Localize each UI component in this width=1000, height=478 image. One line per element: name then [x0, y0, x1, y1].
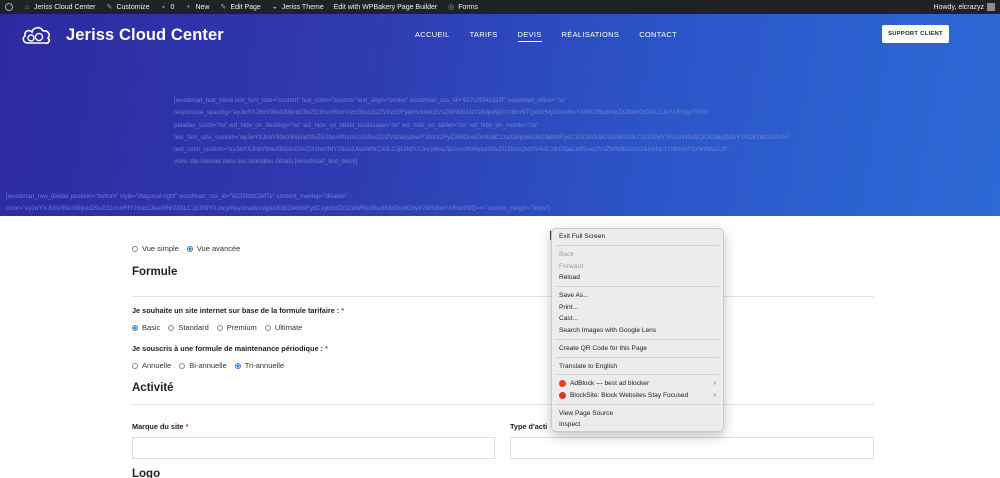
- nav-accueil[interactable]: ACCUEIL: [415, 30, 450, 42]
- menu-separator: [556, 286, 719, 288]
- admin-wpbakery[interactable]: Edit with WPBakery Page Builder: [329, 0, 443, 14]
- menu-item-label: Back: [559, 251, 574, 259]
- admin-site-name[interactable]: ⌂ Jeriss Cloud Center: [18, 0, 100, 14]
- theme-icon: ◒: [272, 3, 277, 11]
- chevron-right-icon: ›: [713, 391, 716, 399]
- admin-theme[interactable]: ◒ Jeriss Theme: [266, 0, 329, 14]
- menu-item-translate-to-english[interactable]: Translate to English: [552, 360, 723, 372]
- menu-item-adblock-best-ad-blocker[interactable]: AdBlock — best ad blocker ›: [552, 378, 723, 390]
- view-advanced-radio[interactable]: Vue avancée: [186, 244, 240, 253]
- adblock-icon: [559, 380, 566, 388]
- forms-icon: ◎: [448, 4, 455, 11]
- main-nav: ACCUEIL TARIFS DEVIS RÉALISATIONS CONTAC…: [415, 30, 697, 42]
- blocksite-icon: [559, 391, 566, 399]
- maintenance-triannuelle-radio[interactable]: Tri-annuelle: [234, 361, 284, 370]
- menu-item-save-as[interactable]: Save As...: [552, 290, 723, 302]
- context-menu: Exit Full Screen Back Forward Reload Save As…: [551, 228, 724, 432]
- menu-item-label: Reload: [559, 274, 580, 282]
- label-marque: Marque du site *: [132, 422, 189, 431]
- view-simple-radio[interactable]: Vue simple: [132, 244, 179, 253]
- menu-item-label: Cast...: [559, 315, 579, 323]
- plus-icon: +: [186, 3, 191, 11]
- section-title-activite: Activité: [132, 382, 174, 394]
- home-icon: ⌂: [24, 3, 30, 11]
- menu-separator: [556, 245, 719, 247]
- divider: [132, 404, 874, 405]
- menu-item-label: View Page Source: [559, 409, 614, 417]
- admin-forms[interactable]: ◎ Forms: [442, 0, 483, 14]
- menu-item-label: Print...: [559, 303, 579, 311]
- comment-icon: ▪: [162, 3, 165, 11]
- section-title-logo: Logo: [132, 468, 161, 478]
- menu-item-create-qr-code-for-this-page[interactable]: Create QR Code for this Page: [552, 343, 723, 355]
- nav-realisations[interactable]: RÉALISATIONS: [562, 30, 620, 42]
- view-toggle: Vue simple Vue avancée: [132, 244, 248, 253]
- menu-item-label: Inspect: [559, 421, 581, 429]
- formule-standard-radio[interactable]: Standard: [168, 323, 209, 332]
- menu-item-label: Search Images with Google Lens: [559, 327, 657, 335]
- label-type-activite: Type d'acti: [510, 422, 548, 431]
- text-block-shortcode: [woodmart_text_block text_font_size="cus…: [174, 97, 791, 166]
- label-formule: Je souhaite un site internet sur base de…: [132, 306, 345, 315]
- formule-basic-radio[interactable]: Basic: [132, 323, 160, 332]
- menu-item-label: Exit Full Screen: [559, 233, 606, 241]
- label-maintenance: Je souscris à une formule de maintenance…: [132, 344, 328, 353]
- wp-admin-bar: ⌂ Jeriss Cloud Center ✎ Customize ▪ 0 + New …: [0, 0, 1000, 14]
- brush-icon: ✎: [106, 4, 113, 11]
- formule-options: Basic Standard Premium Ultimate: [132, 323, 310, 332]
- wordpress-icon: [5, 3, 13, 11]
- menu-item-view-page-source[interactable]: View Page Source: [552, 407, 723, 419]
- row-divider-shortcode: [woodmart_row_divider position="bottom" …: [6, 193, 550, 213]
- site-logo[interactable]: Jeriss Cloud Center: [20, 24, 224, 46]
- nav-devis[interactable]: DEVIS: [517, 30, 542, 42]
- marque-input[interactable]: [132, 437, 495, 459]
- avatar: [987, 3, 995, 11]
- menu-separator: [556, 339, 719, 340]
- formule-premium-radio[interactable]: Premium: [216, 323, 257, 332]
- menu-item-label: Translate to English: [559, 362, 618, 370]
- menu-separator: [556, 403, 719, 405]
- menu-item-forward: Forward: [552, 260, 723, 272]
- menu-separator: [556, 374, 719, 376]
- formule-ultimate-radio[interactable]: Ultimate: [264, 323, 302, 332]
- menu-item-blocksite-block-websites-stay-focused[interactable]: BlockSite: Block Websites Stay Focused ›: [552, 390, 723, 402]
- menu-item-label: Save As...: [559, 292, 589, 300]
- admin-account[interactable]: Howdy, elcrazyz: [929, 0, 1000, 14]
- menu-item-label: AdBlock — best ad blocker: [570, 380, 650, 388]
- menu-item-label: BlockSite: Block Websites Stay Focused: [570, 391, 689, 399]
- menu-item-label: Forward: [559, 262, 584, 270]
- pencil-icon: ✎: [220, 4, 227, 11]
- wordpress-logo[interactable]: [0, 0, 18, 14]
- nav-tarifs[interactable]: TARIFS: [470, 30, 498, 42]
- menu-item-exit-full-screen[interactable]: Exit Full Screen: [552, 231, 723, 243]
- menu-item-reload[interactable]: Reload: [552, 272, 723, 284]
- menu-item-print[interactable]: Print...: [552, 301, 723, 313]
- maintenance-biannuelle-radio[interactable]: Bi-annuelle: [179, 361, 227, 370]
- cloud-icon: [22, 26, 51, 44]
- divider: [132, 296, 874, 297]
- menu-item-cast[interactable]: Cast...: [552, 313, 723, 325]
- admin-comments[interactable]: ▪ 0: [155, 0, 180, 14]
- maintenance-options: Annuelle Bi-annuelle Tri-annuelle: [132, 361, 292, 370]
- section-title-formule: Formule: [132, 266, 178, 278]
- maintenance-annuelle-radio[interactable]: Annuelle: [132, 361, 171, 370]
- menu-item-inspect[interactable]: Inspect: [552, 419, 723, 431]
- admin-new[interactable]: + New: [179, 0, 214, 14]
- menu-separator: [556, 356, 719, 358]
- site-header: Jeriss Cloud Center ACCUEIL TARIFS DEVIS…: [0, 14, 1000, 216]
- support-client-button[interactable]: SUPPORT CLIENT: [882, 25, 949, 43]
- menu-item-search-images-with-google-lens[interactable]: Search Images with Google Lens: [552, 325, 723, 337]
- type-activite-input[interactable]: [510, 437, 874, 459]
- admin-edit-page[interactable]: ✎ Edit Page: [214, 0, 265, 14]
- menu-item-back: Back: [552, 249, 723, 261]
- brand-name: Jeriss Cloud Center: [66, 25, 224, 44]
- chevron-right-icon: ›: [713, 380, 716, 388]
- menu-item-label: Create QR Code for this Page: [559, 344, 647, 352]
- nav-contact[interactable]: CONTACT: [639, 30, 677, 42]
- admin-customize[interactable]: ✎ Customize: [100, 0, 154, 14]
